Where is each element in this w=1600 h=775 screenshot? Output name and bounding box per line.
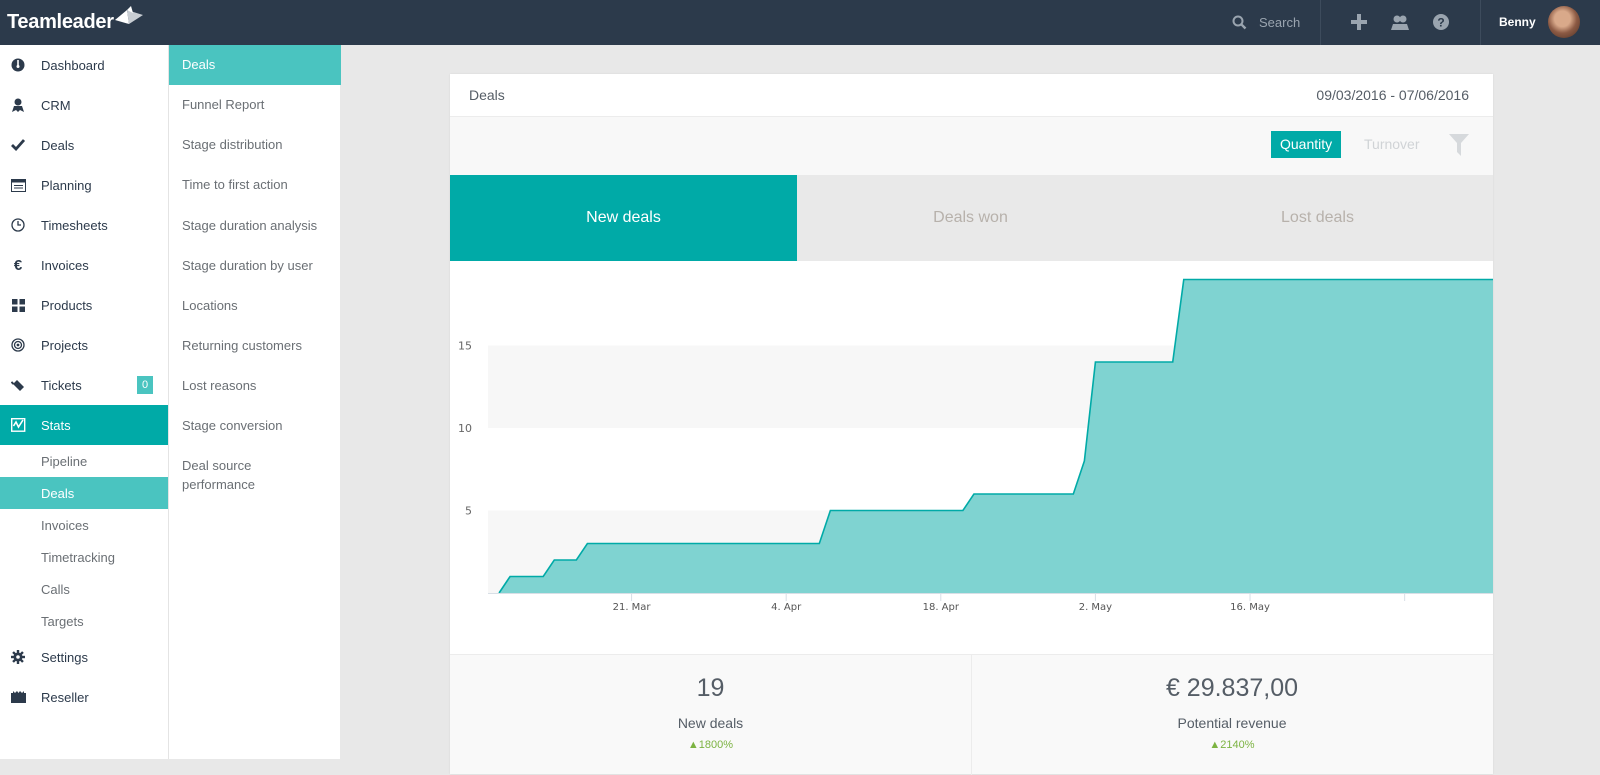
help-button[interactable]: ? xyxy=(1430,11,1452,33)
divider xyxy=(1320,0,1321,45)
stat-new-deals: 19 New deals ▲1800% xyxy=(450,655,971,775)
report-item-stage-duration-by-user[interactable]: Stage duration by user xyxy=(169,256,341,275)
x-tick-label: 4. Apr xyxy=(771,602,802,613)
report-item-returning-customers[interactable]: Returning customers xyxy=(169,336,341,355)
sidebar-item-tickets[interactable]: Tickets 0 xyxy=(0,365,168,405)
chart-svg: 5 10 15 21. Mar 4. Apr 18. Apr 2. May 16. May xyxy=(450,261,1493,651)
sidebar-item-crm[interactable]: CRM xyxy=(0,85,168,125)
tickets-count-badge: 0 xyxy=(137,376,153,394)
report-item-locations[interactable]: Locations xyxy=(169,296,341,315)
sidebar-subitem-timetracking[interactable]: Timetracking xyxy=(0,541,168,573)
x-tick-label: 16. May xyxy=(1230,602,1270,613)
divider xyxy=(1480,0,1481,45)
ticket-icon xyxy=(9,376,27,394)
date-range-picker[interactable]: 09/03/2016 - 07/06/2016 xyxy=(1316,74,1469,117)
target-icon xyxy=(9,336,27,354)
avatar[interactable] xyxy=(1548,6,1580,38)
plus-icon xyxy=(1351,14,1367,30)
report-item-lost-reasons[interactable]: Lost reasons xyxy=(169,376,341,395)
team-button[interactable] xyxy=(1389,11,1411,33)
filter-icon[interactable] xyxy=(1449,134,1469,156)
report-item-deal-source-performance[interactable]: Deal source performance xyxy=(169,456,289,494)
sidebar-item-stats[interactable]: Stats xyxy=(0,405,168,445)
sidebar-item-deals[interactable]: Deals xyxy=(0,125,168,165)
y-tick-label: 5 xyxy=(465,505,472,518)
x-tick-label: 18. Apr xyxy=(923,602,960,613)
stat-change: ▲2140% xyxy=(972,739,1492,751)
card-title: Deals xyxy=(469,74,505,117)
logo-mark-icon xyxy=(115,6,143,26)
stat-change: ▲1800% xyxy=(450,739,971,751)
new-deals-chart: 5 10 15 21. Mar 4. Apr 18. Apr 2. May 16. May xyxy=(450,261,1493,651)
report-item-stage-duration-analysis[interactable]: Stage duration analysis xyxy=(169,216,341,235)
report-item-time-to-first-action[interactable]: Time to first action xyxy=(169,175,341,194)
tab-deals-won[interactable]: Deals won xyxy=(797,175,1144,261)
card-toolbar: Quantity Turnover xyxy=(450,117,1493,175)
series-area xyxy=(499,280,1493,594)
logo[interactable]: Teamleader xyxy=(7,6,143,38)
stat-label: New deals xyxy=(450,715,971,731)
stats-icon xyxy=(9,416,27,434)
grid-icon xyxy=(9,296,27,314)
sidebar-subitem-calls[interactable]: Calls xyxy=(0,573,168,605)
stat-value: € 29.837,00 xyxy=(972,674,1492,703)
help-icon: ? xyxy=(1433,14,1449,30)
gear-icon xyxy=(9,648,27,666)
tab-lost-deals[interactable]: Lost deals xyxy=(1144,175,1491,261)
sidebar-item-reseller[interactable]: Reseller xyxy=(0,677,168,717)
dashboard-icon xyxy=(9,56,27,74)
reseller-icon xyxy=(9,688,27,706)
report-item-deals[interactable]: Deals xyxy=(169,45,341,85)
stat-label: Potential revenue xyxy=(972,715,1492,731)
sidebar-item-timesheets[interactable]: Timesheets xyxy=(0,205,168,245)
deals-report-card: Deals 09/03/2016 - 07/06/2016 Quantity T… xyxy=(450,74,1493,774)
sidebar-item-products[interactable]: Products xyxy=(0,285,168,325)
svg-text:?: ? xyxy=(1437,16,1444,30)
users-icon xyxy=(1390,14,1410,30)
logo-text: Teamleader xyxy=(7,11,114,34)
stat-value: 19 xyxy=(450,674,971,703)
sidebar-item-dashboard[interactable]: Dashboard xyxy=(0,45,168,85)
main-sidebar: Dashboard CRM Deals Planning Timesheets … xyxy=(0,45,168,759)
sidebar-item-projects[interactable]: Projects xyxy=(0,325,168,365)
sidebar-item-settings[interactable]: Settings xyxy=(0,637,168,677)
sidebar-subitem-pipeline[interactable]: Pipeline xyxy=(0,445,168,477)
add-button[interactable] xyxy=(1348,11,1370,33)
sidebar-subitem-invoices[interactable]: Invoices xyxy=(0,509,168,541)
checkmark-icon xyxy=(9,136,27,154)
search-button[interactable]: Search xyxy=(1232,0,1300,45)
y-tick-label: 15 xyxy=(458,340,472,353)
sidebar-subitem-targets[interactable]: Targets xyxy=(0,605,168,637)
sidebar-item-planning[interactable]: Planning xyxy=(0,165,168,205)
sidebar-item-invoices[interactable]: € Invoices xyxy=(0,245,168,285)
report-item-funnel-report[interactable]: Funnel Report xyxy=(169,95,341,114)
top-bar: Teamleader Search ? Benny xyxy=(0,0,1600,45)
deal-type-tabs: New deals Deals won Lost deals xyxy=(450,175,1493,261)
user-name[interactable]: Benny xyxy=(1499,0,1536,45)
report-item-stage-conversion[interactable]: Stage conversion xyxy=(169,416,341,435)
y-tick-label: 10 xyxy=(458,422,472,435)
report-item-stage-distribution[interactable]: Stage distribution xyxy=(169,135,341,154)
reports-sidebar: Deals Funnel Report Stage distribution T… xyxy=(168,45,340,759)
stat-potential-revenue: € 29.837,00 Potential revenue ▲2140% xyxy=(971,655,1492,775)
turnover-toggle[interactable]: Turnover xyxy=(1355,131,1429,158)
quantity-toggle[interactable]: Quantity xyxy=(1271,131,1341,158)
search-icon xyxy=(1232,15,1247,30)
clock-icon xyxy=(9,216,27,234)
sidebar-subitem-deals[interactable]: Deals xyxy=(0,477,168,509)
summary-stats: 19 New deals ▲1800% € 29.837,00 Potentia… xyxy=(450,654,1493,774)
euro-icon: € xyxy=(9,256,27,274)
x-tick-label: 2. May xyxy=(1079,602,1112,613)
search-label: Search xyxy=(1259,15,1300,30)
tab-new-deals[interactable]: New deals xyxy=(450,175,797,261)
person-icon xyxy=(9,96,27,114)
calendar-icon xyxy=(9,176,27,194)
x-tick-label: 21. Mar xyxy=(613,602,652,613)
card-header: Deals 09/03/2016 - 07/06/2016 xyxy=(450,74,1493,117)
